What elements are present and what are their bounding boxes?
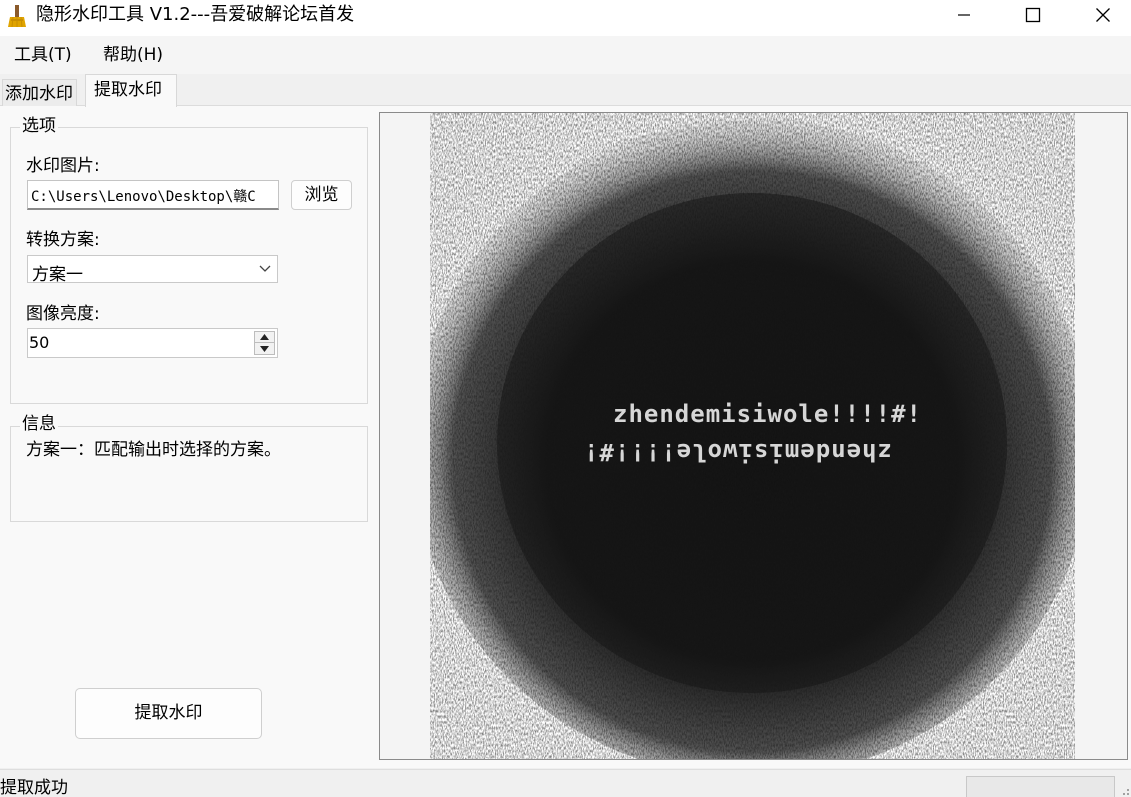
chevron-down-icon [259, 265, 271, 272]
watermark-image-label: 水印图片: [26, 156, 100, 176]
watermark-text-line: zhendemisiwole!!!!#! [613, 400, 922, 428]
resize-grip-icon[interactable] [1118, 784, 1130, 796]
brightness-stepper[interactable]: 50 [27, 328, 278, 358]
watermark-path-field[interactable]: C:\Users\Lenovo\Desktop\赣C [27, 180, 279, 210]
extracted-watermark-image: zhendemisiwole!!!!#! zhendemisiwole!!!!#… [430, 113, 1075, 759]
tab-add-watermark[interactable]: 添加水印 [2, 79, 77, 106]
minimize-icon [958, 14, 970, 16]
browse-button[interactable]: 浏览 [291, 180, 352, 210]
close-icon [1096, 8, 1110, 22]
status-progress-bar [966, 776, 1115, 797]
conversion-scheme-select[interactable]: 方案一 [27, 255, 278, 285]
conversion-scheme-value: 方案一 [32, 265, 83, 285]
stepper-up-button[interactable] [255, 332, 274, 343]
menu-bar: 工具(T) 帮助(H) [0, 36, 1131, 74]
info-text: 方案一：匹配输出时选择的方案。 [26, 440, 281, 460]
menu-tools[interactable]: 工具(T) [14, 45, 72, 65]
stepper-down-button[interactable] [255, 343, 274, 354]
info-legend: 信息 [20, 414, 58, 434]
close-button[interactable] [1068, 0, 1131, 30]
caret-up-icon [260, 334, 269, 340]
minimize-button[interactable] [929, 0, 999, 30]
preview-frame: zhendemisiwole!!!!#! zhendemisiwole!!!!#… [379, 112, 1128, 760]
brightness-value: 50 [29, 333, 50, 352]
maximize-button[interactable] [998, 0, 1068, 30]
status-text: 提取成功 [0, 778, 68, 797]
window-title: 隐形水印工具 V1.2---吾爱破解论坛首发 [36, 4, 355, 25]
caret-down-icon [260, 345, 269, 352]
maximize-icon [1025, 7, 1041, 23]
noise-pattern [430, 113, 1075, 759]
broom-icon [8, 5, 26, 28]
status-bar: 提取成功 [0, 769, 1131, 797]
extract-watermark-button[interactable]: 提取水印 [75, 688, 262, 739]
conversion-scheme-label: 转换方案: [26, 230, 100, 250]
menu-help[interactable]: 帮助(H) [103, 45, 163, 65]
watermark-text-line-mirrored: zhendemisiwole!!!!#! [583, 438, 892, 466]
stepper-buttons [254, 331, 275, 355]
options-legend: 选项 [20, 116, 58, 136]
image-brightness-label: 图像亮度: [26, 304, 100, 324]
tab-extract-watermark[interactable]: 提取水印 [85, 74, 177, 107]
title-bar: 隐形水印工具 V1.2---吾爱破解论坛首发 [0, 0, 1131, 36]
